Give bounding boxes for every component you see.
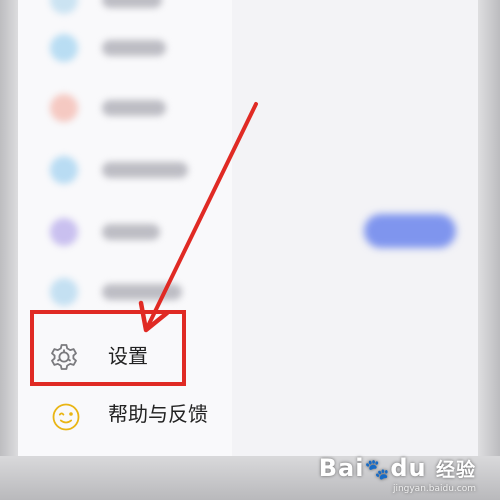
- menu-item-icon: [50, 0, 78, 14]
- menu-item-label: [102, 100, 166, 116]
- blurred-action-button[interactable]: [364, 214, 456, 248]
- side-menu-panel: 设置 帮助与反馈: [18, 0, 478, 456]
- highlight-annotation-box: [30, 310, 186, 386]
- paw-icon: 🐾: [364, 457, 391, 481]
- watermark-bai: Bai: [318, 454, 365, 482]
- menu-item-help-feedback[interactable]: 帮助与反馈: [18, 386, 232, 442]
- watermark-logo: Bai🐾du 经验: [319, 454, 476, 484]
- menu-item-label: [102, 40, 166, 56]
- baidu-jingyan-watermark: Bai🐾du 经验 jingyan.baidu.com: [319, 454, 476, 494]
- menu-item-label: [102, 224, 160, 240]
- menu-item-label: [102, 162, 188, 178]
- menu-item-icon: [50, 34, 78, 62]
- watermark-du: du: [390, 454, 427, 482]
- watermark-url: jingyan.baidu.com: [392, 484, 476, 494]
- watermark-jingyan: 经验: [435, 459, 476, 481]
- menu-item-label: [102, 0, 162, 8]
- smiley-face-icon: [52, 403, 80, 431]
- photo-frame-right: [478, 0, 500, 500]
- menu-item-icon: [50, 94, 78, 122]
- menu-item-icon: [50, 156, 78, 184]
- photo-frame-left: [0, 0, 18, 500]
- menu-item-blurred-4[interactable]: [18, 142, 232, 198]
- menu-item-blurred-5[interactable]: [18, 204, 232, 260]
- help-feedback-label: 帮助与反馈: [108, 402, 208, 426]
- menu-item-label: [102, 284, 182, 300]
- menu-item-icon: [50, 278, 78, 306]
- menu-item-blurred-2[interactable]: [18, 20, 232, 76]
- menu-item-icon: [50, 218, 78, 246]
- menu-item-blurred-3[interactable]: [18, 80, 232, 136]
